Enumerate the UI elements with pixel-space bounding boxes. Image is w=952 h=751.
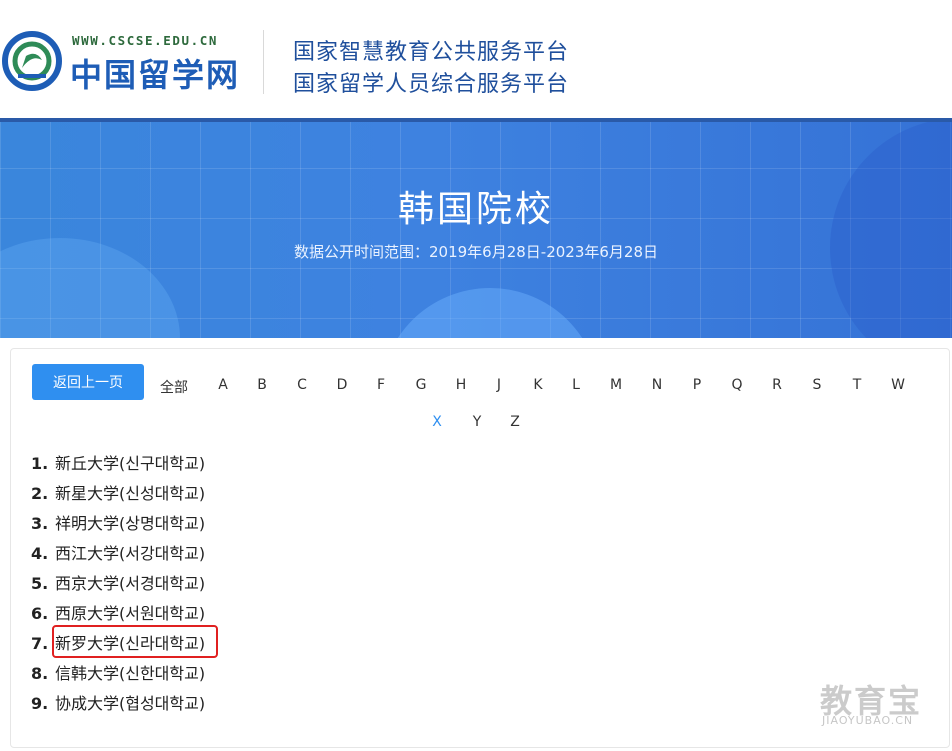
platform-name-1: 国家智慧教育公共服务平台 [293,40,570,65]
school-item[interactable]: 5. 西京大学(서경대학교) [31,569,205,599]
logo-url-text: WWW.CSCSE.EDU.CN [72,33,219,48]
school-name[interactable]: 西原大学(서원대학교) [55,604,205,623]
page-title: 韩国院校 [397,189,554,230]
school-name[interactable]: 西京大学(서경대학교) [55,574,205,593]
school-item[interactable]: 1. 新丘大学(신구대학교) [31,449,205,479]
school-name[interactable]: 西江大学(서강대학교) [55,544,205,563]
filter-letter-x[interactable]: X [432,414,442,430]
school-name[interactable]: 信韩大学(신한대학교) [55,664,205,683]
highlight-annotation [52,625,218,658]
data-range-subtitle: 数据公开时间范围：2019年6月28日-2023年6月28日 [293,243,659,261]
filter-letter-c[interactable]: C [297,377,307,393]
school-number: 3. [31,514,49,533]
filter-letter-p[interactable]: P [693,377,701,393]
filter-letter-k[interactable]: K [533,377,542,393]
filter-letter-f[interactable]: F [377,377,385,393]
school-item[interactable]: 8. 信韩大学(신한대학교) [31,659,205,689]
school-number: 5. [31,574,49,593]
filter-letter-w[interactable]: W [891,377,905,393]
watermark-url: JIAOYUBAO.CN [822,714,914,727]
filter-letter-r[interactable]: R [772,377,782,393]
school-item[interactable]: 3. 祥明大学(상명대학교) [31,509,205,539]
school-number: 6. [31,604,49,623]
banner-top-border [0,118,952,122]
school-name[interactable]: 新星大学(신성대학교) [55,484,205,503]
filter-letter-y[interactable]: Y [473,414,482,430]
school-item[interactable]: 9. 协成大学(협성대학교) [31,689,205,719]
filter-letter-t[interactable]: T [853,377,862,393]
filter-letter-a[interactable]: A [218,377,228,393]
filter-letter-h[interactable]: H [456,377,467,393]
logo-name[interactable]: 中国留学网 [70,50,240,96]
filter-letter-q[interactable]: Q [731,377,742,393]
school-list-panel: 返回上一页 全部 A B C D F G H J K L M N P Q R S… [10,348,950,748]
school-name[interactable]: 协成大学(협성대학교) [55,694,205,713]
filter-letter-m[interactable]: M [610,377,622,393]
page-banner: 韩国院校 数据公开时间范围：2019年6月28日-2023年6月28日 [0,118,952,338]
filter-all[interactable]: 全部 [160,377,188,397]
filter-letter-j[interactable]: J [497,377,501,393]
school-list: 1. 新丘大学(신구대학교) 2. 新星大学(신성대학교) 3. 祥明大学(상명대학교… [31,449,205,719]
site-header: WWW.CSCSE.EDU.CN 中国留学网 国家智慧教育公共服务平台 国家留学… [0,0,952,118]
school-number: 8. [31,664,49,683]
school-item[interactable]: 2. 新星大学(신성대학교) [31,479,205,509]
school-name[interactable]: 祥明大学(상명대학교) [55,514,205,533]
filter-letter-l[interactable]: L [572,377,580,393]
filter-letter-d[interactable]: D [337,377,348,393]
filter-letter-s[interactable]: S [813,377,822,393]
school-number: 9. [31,694,49,713]
filter-letter-g[interactable]: G [416,377,427,393]
header-divider [263,30,264,94]
school-name[interactable]: 新丘大学(신구대학교) [55,454,205,473]
filter-letter-z[interactable]: Z [510,414,520,430]
platform-name-2: 国家留学人员综合服务平台 [293,72,570,97]
filter-letter-b[interactable]: B [257,377,267,393]
cscse-logo-icon[interactable] [0,30,64,92]
school-number: 1. [31,454,49,473]
school-number: 4. [31,544,49,563]
back-button[interactable]: 返回上一页 [32,364,144,400]
filter-letter-n[interactable]: N [652,377,662,393]
school-item[interactable]: 4. 西江大学(서강대학교) [31,539,205,569]
school-number: 2. [31,484,49,503]
